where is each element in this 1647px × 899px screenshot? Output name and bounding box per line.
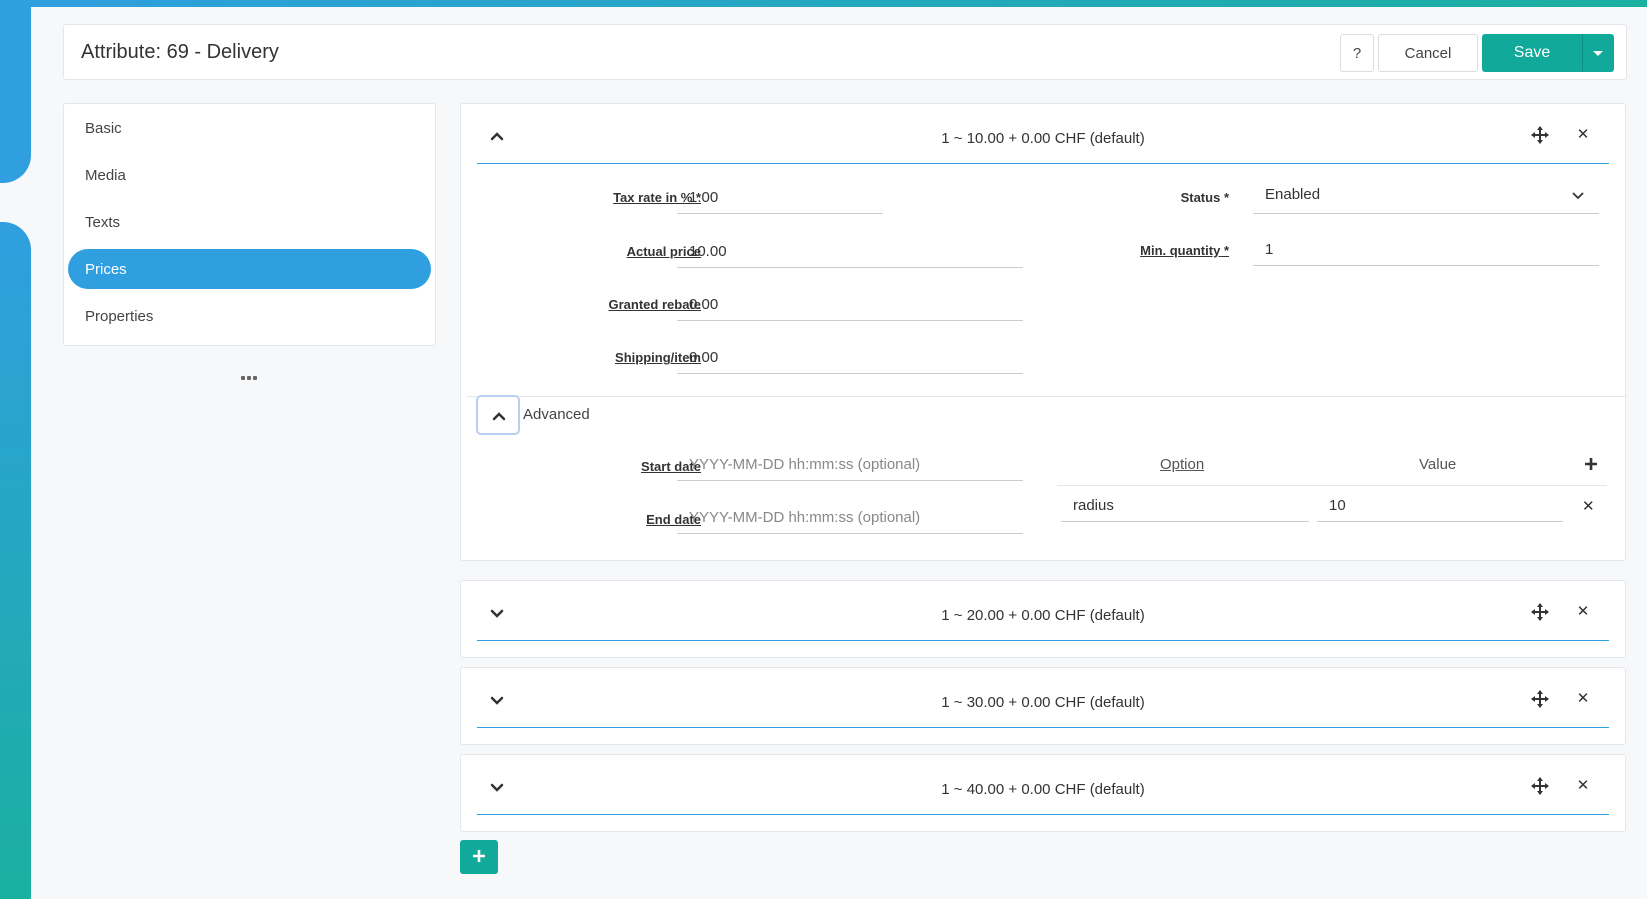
price-item-2: 1 ~ 20.00 + 0.00 CHF (default) ✕	[460, 580, 1626, 658]
tax-rate-label: Tax rate in % *	[613, 190, 701, 205]
move-icon[interactable]	[1531, 690, 1549, 708]
nav-item-media[interactable]: Media	[68, 155, 431, 195]
value-column-header: Value	[1419, 456, 1457, 473]
price-summary: 1 ~ 40.00 + 0.00 CHF (default)	[941, 781, 1145, 798]
price-summary: 1 ~ 10.00 + 0.00 CHF (default)	[941, 130, 1145, 147]
shipping-label: Shipping/item	[615, 350, 701, 365]
nav-item-label: Media	[85, 166, 126, 184]
add-option-plus-icon[interactable]	[1584, 457, 1598, 471]
chevron-down-icon	[1572, 192, 1584, 200]
price-item-header[interactable]: 1 ~ 30.00 + 0.00 CHF (default) ✕	[477, 668, 1609, 728]
nav-item-texts[interactable]: Texts	[68, 202, 431, 242]
close-icon[interactable]: ✕	[1575, 126, 1591, 144]
price-item-header[interactable]: 1 ~ 10.00 + 0.00 CHF (default) ✕	[477, 104, 1609, 164]
option-header-divider	[1057, 485, 1607, 486]
nav-item-properties[interactable]: Properties	[68, 296, 431, 336]
chevron-up-icon	[492, 412, 506, 421]
status-label: Status *	[1180, 190, 1229, 205]
close-icon[interactable]: ✕	[1575, 690, 1591, 708]
granted-rebate-input[interactable]	[677, 289, 1023, 321]
plus-icon	[473, 850, 485, 862]
section-nav: Basic Media Texts Prices Properties	[63, 103, 436, 346]
nav-item-label: Basic	[85, 119, 122, 137]
tax-rate-input[interactable]	[677, 182, 883, 214]
price-item-4: 1 ~ 40.00 + 0.00 CHF (default) ✕	[460, 754, 1626, 832]
start-date-label: Start date	[641, 459, 701, 474]
ellipsis-icon	[241, 376, 257, 380]
price-summary: 1 ~ 30.00 + 0.00 CHF (default)	[941, 694, 1145, 711]
end-date-input[interactable]	[677, 502, 1023, 534]
add-price-button[interactable]	[460, 840, 498, 874]
price-item-header[interactable]: 1 ~ 40.00 + 0.00 CHF (default) ✕	[477, 755, 1609, 815]
price-item-3: 1 ~ 30.00 + 0.00 CHF (default) ✕	[460, 667, 1626, 745]
top-accent-bar	[0, 0, 1647, 7]
close-icon[interactable]: ✕	[1575, 603, 1591, 621]
help-button[interactable]: ?	[1340, 34, 1374, 72]
nav-item-prices[interactable]: Prices	[68, 249, 431, 289]
min-quantity-input[interactable]	[1253, 234, 1599, 266]
granted-rebate-label: Granted rebate	[608, 297, 701, 312]
option-name-input[interactable]	[1061, 490, 1309, 522]
close-icon[interactable]: ✕	[1575, 777, 1591, 795]
start-date-input[interactable]	[677, 449, 1023, 481]
nav-item-label: Texts	[85, 213, 121, 231]
sidebar-decor-bottom	[0, 222, 31, 899]
min-quantity-label: Min. quantity *	[1140, 243, 1229, 258]
price-item-1: 1 ~ 10.00 + 0.00 CHF (default) ✕ Tax rat…	[460, 103, 1627, 561]
shipping-input[interactable]	[677, 342, 1023, 374]
cancel-button[interactable]: Cancel	[1378, 34, 1478, 72]
save-button[interactable]: Save	[1482, 34, 1582, 72]
move-icon[interactable]	[1531, 777, 1549, 795]
nav-item-label: Properties	[85, 307, 154, 325]
option-column-header: Option	[1160, 456, 1205, 473]
nav-item-label: Prices	[85, 260, 127, 278]
price-item-header[interactable]: 1 ~ 20.00 + 0.00 CHF (default) ✕	[477, 581, 1609, 641]
page-header: Attribute: 69 - Delivery ? Cancel Save	[63, 24, 1627, 80]
save-options-toggle[interactable]	[1582, 34, 1614, 72]
advanced-toggle[interactable]	[476, 395, 520, 435]
status-select[interactable]: Enabled	[1253, 180, 1599, 214]
page-title: Attribute: 69 - Delivery	[81, 41, 279, 63]
advanced-label: Advanced	[523, 406, 590, 423]
move-icon[interactable]	[1531, 603, 1549, 621]
end-date-label: End date	[646, 512, 701, 527]
status-value: Enabled	[1265, 186, 1321, 203]
nav-item-basic[interactable]: Basic	[68, 108, 431, 148]
option-value-input[interactable]	[1317, 490, 1563, 522]
move-icon[interactable]	[1531, 126, 1549, 144]
actual-price-input[interactable]	[677, 236, 1023, 268]
actual-price-label: Actual price	[626, 244, 701, 259]
price-summary: 1 ~ 20.00 + 0.00 CHF (default)	[941, 607, 1145, 624]
section-divider	[467, 396, 1627, 397]
close-icon[interactable]: ✕	[1582, 497, 1595, 515]
sidebar-decor-top	[0, 0, 31, 183]
caret-down-icon	[1593, 50, 1603, 56]
more-sections-button[interactable]	[241, 376, 257, 380]
